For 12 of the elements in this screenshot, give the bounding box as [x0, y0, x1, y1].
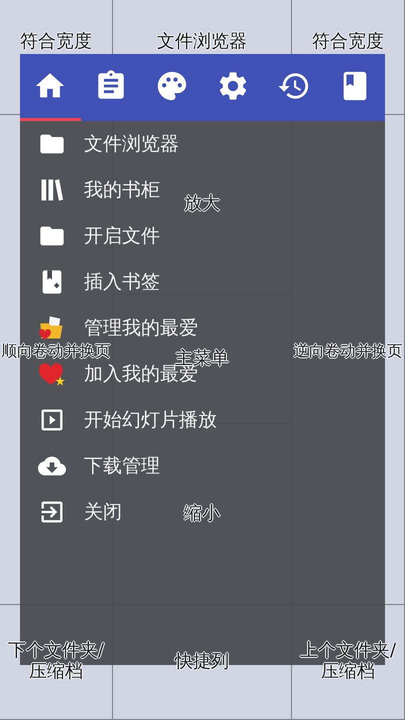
menu-item[interactable]: 开启文件 [84, 223, 160, 249]
zone-label: 放大 [184, 194, 220, 215]
menu-item[interactable]: 关闭 [84, 499, 122, 525]
menu-item[interactable]: 管理我的最爱 [84, 315, 198, 341]
zone-label: 文件浏览器 [157, 32, 247, 53]
zone-label: 符合宽度 [312, 32, 384, 53]
menu-item[interactable]: 开始幻灯片播放 [84, 407, 217, 433]
menu-item[interactable]: 我的书柜 [84, 177, 160, 203]
menu-item[interactable]: 下载管理 [84, 453, 160, 479]
menu-item[interactable]: 插入书签 [84, 269, 160, 295]
menu-item[interactable]: 文件浏览器 [84, 131, 179, 157]
zone-label: 符合宽度 [20, 32, 92, 53]
